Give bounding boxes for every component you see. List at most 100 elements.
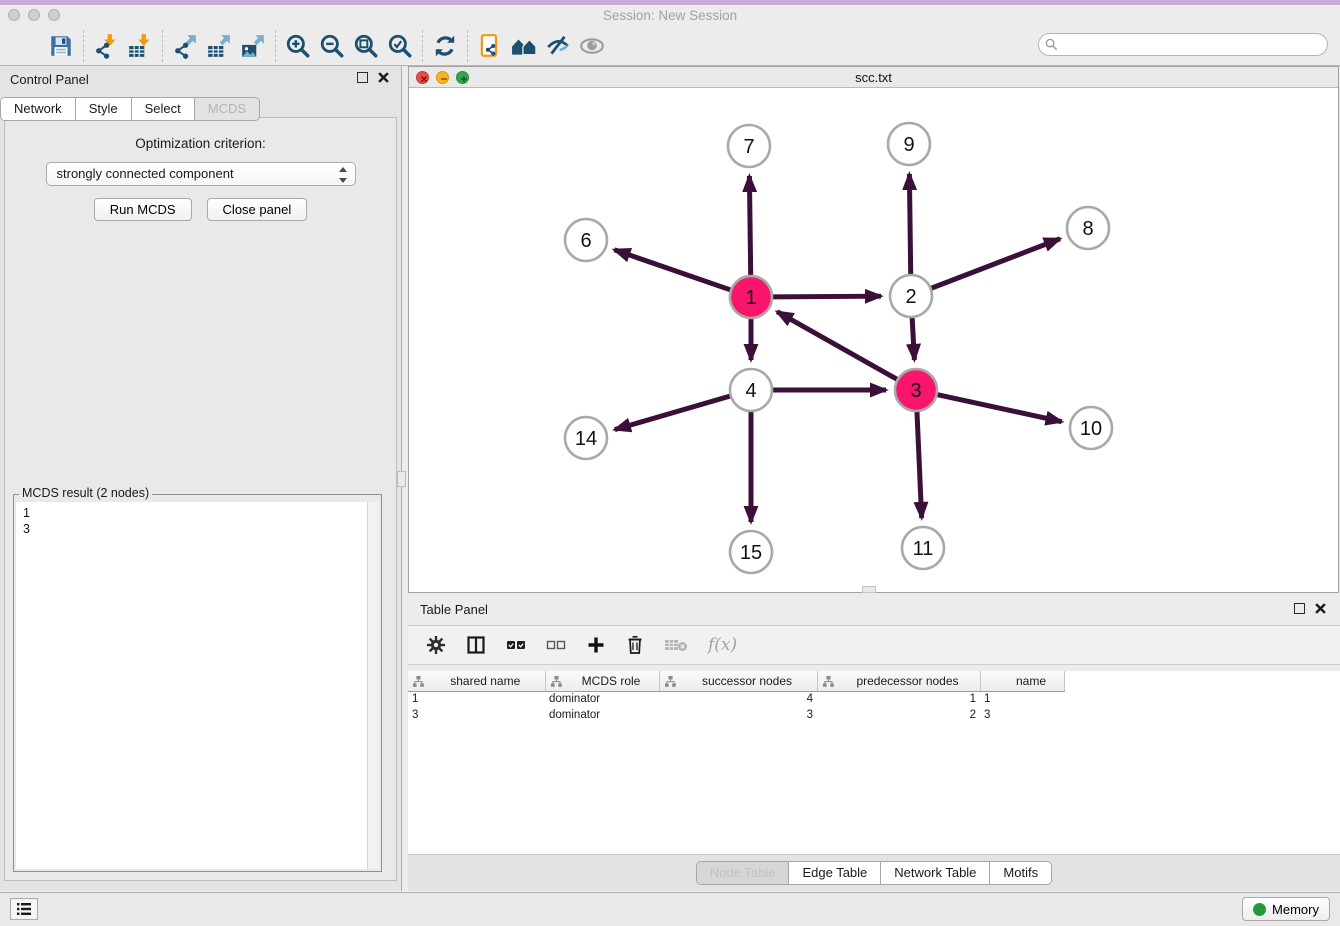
delete-column-button[interactable] [626,635,644,655]
control-panel: Control Panel NetworkStyleSelectMCDS Opt… [0,66,402,891]
column-header-mcds-role[interactable]: MCDS role [545,671,659,691]
import-network-button[interactable] [89,30,123,62]
search-input[interactable] [1038,33,1328,56]
graph-edge-1-6[interactable] [614,250,730,290]
column-header-shared-name[interactable]: shared name [408,671,545,691]
table-toolbar: f(x) [408,625,1340,665]
refresh-network-button[interactable] [428,30,462,62]
function-builder-button[interactable]: f(x) [708,635,737,655]
graph-edge-1-2[interactable] [773,296,881,297]
mcds-result-fieldset: MCDS result (2 nodes) 13 [13,494,382,872]
table-cell[interactable]: 3 [980,707,1064,723]
export-table-button[interactable] [202,30,236,62]
table-tab-network-table[interactable]: Network Table [880,862,989,884]
network-maximize-button[interactable] [456,71,469,84]
import-table-button[interactable] [123,30,157,62]
column-label: shared name [450,674,520,688]
table-panel: Table Panel f(x) shared nameMCDS rolesuc… [408,595,1340,891]
graph-edge-2-9[interactable] [909,174,910,274]
tab-style[interactable]: Style [75,98,131,120]
table-cell[interactable]: 2 [817,707,980,723]
deselect-all-button[interactable] [546,638,566,652]
table-cell[interactable]: 1 [408,691,545,707]
float-table-panel-icon[interactable] [1294,603,1305,614]
vertical-splitter-grip[interactable] [397,471,406,487]
column-header-predecessor-nodes[interactable]: predecessor nodes [817,671,980,691]
save-session-button[interactable] [44,30,78,62]
graph-edge-3-1[interactable] [777,312,897,379]
eye-slash-icon [545,33,571,59]
select-all-button[interactable] [506,638,526,652]
zoom-out-button[interactable] [315,30,349,62]
refresh-icon [432,33,458,59]
column-header-name[interactable]: name [980,671,1064,691]
table-row[interactable]: 3dominator323 [408,707,1064,723]
table-tab-bar: Node TableEdge TableNetwork TableMotifs [408,854,1340,891]
graph-edge-2-3[interactable] [912,318,914,360]
graph-edge-2-8[interactable] [932,239,1060,288]
list-icon [16,902,32,916]
criterion-select[interactable]: strongly connected component [46,162,356,186]
table-settings-button[interactable] [426,635,446,655]
delete-table-button[interactable] [664,637,688,653]
close-panel-icon[interactable] [378,72,389,83]
toolbar-separator [422,30,423,62]
network-window-titlebar[interactable]: scc.txt [409,67,1338,88]
network-close-button[interactable] [416,71,429,84]
export-network-button[interactable] [168,30,202,62]
mcds-tab-content: Optimization criterion: strongly connect… [4,117,397,881]
search-container [1038,33,1328,56]
table-tab-edge-table[interactable]: Edge Table [788,862,880,884]
table-cell[interactable]: 4 [659,691,817,707]
graph-edge-3-11[interactable] [917,412,922,518]
tab-select[interactable]: Select [131,98,194,120]
graph-edge-1-7[interactable] [749,176,750,275]
graph-node-label-10: 10 [1080,418,1102,440]
graph-edge-3-10[interactable] [937,395,1061,422]
table-cell[interactable]: 1 [817,691,980,707]
column-header-successor-nodes[interactable]: successor nodes [659,671,817,691]
memory-button[interactable]: Memory [1242,897,1330,921]
graph-edge-4-14[interactable] [615,396,730,429]
hide-selected-button[interactable] [541,30,575,62]
add-column-button[interactable] [586,635,606,655]
zoom-selected-button[interactable] [383,30,417,62]
table-row[interactable]: 1dominator411 [408,691,1064,707]
task-history-button[interactable] [10,898,38,920]
zoom-in-button[interactable] [281,30,315,62]
table-tab-motifs[interactable]: Motifs [989,862,1051,884]
run-mcds-button[interactable]: Run MCDS [94,198,192,221]
export-image-button[interactable] [236,30,270,62]
result-scrollbar[interactable] [367,502,379,869]
show-columns-button[interactable] [466,635,486,655]
open-session-button[interactable] [10,30,44,62]
table-cell[interactable]: 3 [408,707,545,723]
import-table-icon [127,33,153,59]
tab-mcds[interactable]: MCDS [194,98,259,120]
mcds-result-lines: 13 [16,502,379,537]
close-table-panel-icon[interactable] [1315,603,1326,614]
horizontal-splitter-grip[interactable] [862,586,876,593]
zoom-out-icon [319,33,345,59]
graph-node-label-11: 11 [913,538,934,560]
select-stepper-icon [338,167,349,183]
close-panel-button[interactable]: Close panel [207,198,308,221]
hierarchy-icon [823,676,834,687]
zoom-fit-button[interactable] [349,30,383,62]
hierarchy-icon [551,676,562,687]
table-cell[interactable]: 3 [659,707,817,723]
network-graph[interactable]: 1234678910111415 [409,88,1338,592]
show-hidden-button[interactable] [575,30,609,62]
tab-network[interactable]: Network [1,98,75,120]
table-cell[interactable]: dominator [545,691,659,707]
table-cell[interactable]: 1 [980,691,1064,707]
node-table[interactable]: shared name MCDS rolesuccessor nodesprede… [408,671,1340,854]
network-from-selection-button[interactable] [473,30,507,62]
float-panel-icon[interactable] [357,72,368,83]
graph-node-label-14: 14 [575,428,597,450]
show-all-networks-button[interactable] [507,30,541,62]
table-tab-node-table[interactable]: Node Table [697,862,789,884]
network-canvas[interactable]: 1234678910111415 [409,88,1338,592]
network-minimize-button[interactable] [436,71,449,84]
table-cell[interactable]: dominator [545,707,659,723]
